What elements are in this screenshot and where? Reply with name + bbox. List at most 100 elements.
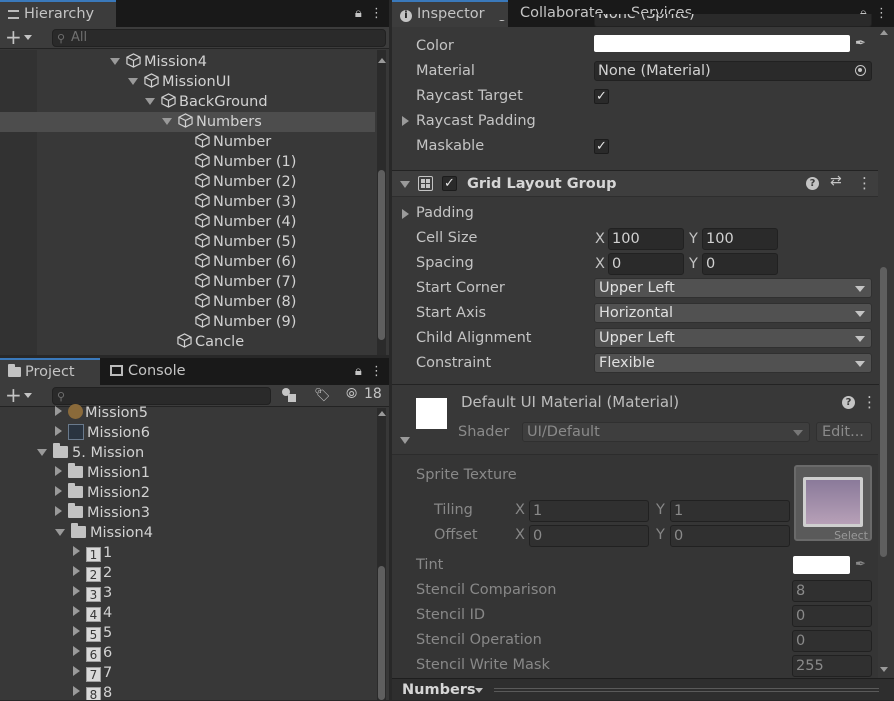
hierarchy-item[interactable]: Number (7) xyxy=(195,272,296,292)
hierarchy-item[interactable]: Cancle xyxy=(177,332,244,352)
project-item[interactable]: 22 xyxy=(73,563,112,583)
stencil-id-field[interactable]: 0 xyxy=(792,605,872,627)
tint-eyedropper-icon[interactable]: ✒︎ xyxy=(855,557,866,572)
project-item[interactable]: 55 xyxy=(73,623,112,643)
child-alignment-dropdown[interactable]: Upper Left xyxy=(594,328,872,348)
expand-arrow-icon[interactable] xyxy=(55,406,62,416)
hierarchy-item[interactable]: Number (8) xyxy=(195,292,296,312)
project-item[interactable]: 44 xyxy=(73,603,112,623)
hierarchy-item-selected[interactable]: Numbers xyxy=(0,112,375,132)
expand-arrow-icon[interactable] xyxy=(55,529,65,536)
expand-arrow-icon[interactable] xyxy=(55,426,62,436)
footer-drag-bar[interactable] xyxy=(494,688,879,692)
texture-select-label[interactable]: Select xyxy=(834,529,868,542)
add-dropdown-icon[interactable] xyxy=(24,393,32,398)
stencil-write-mask-field[interactable]: 255 xyxy=(792,655,872,677)
project-item[interactable]: Mission4 xyxy=(55,523,153,543)
tiling-x-field[interactable]: 1 xyxy=(529,500,649,522)
hierarchy-scroll-thumb[interactable] xyxy=(378,170,385,340)
material-field[interactable]: None (Material) xyxy=(594,61,872,81)
tab-console[interactable]: Console xyxy=(102,358,212,385)
cell-size-x-field[interactable]: 100 xyxy=(608,228,684,250)
hierarchy-scrollbar[interactable] xyxy=(377,50,386,355)
hierarchy-item[interactable]: Mission4 xyxy=(110,52,207,72)
project-item[interactable]: 66 xyxy=(73,643,112,663)
project-item[interactable]: 11 xyxy=(73,543,112,563)
expand-arrow-icon[interactable] xyxy=(73,546,80,556)
tiling-y-field[interactable]: 1 xyxy=(670,500,790,522)
raycast-target-checkbox[interactable]: ✓ xyxy=(594,89,609,104)
offset-y-field[interactable]: 0 xyxy=(670,525,790,547)
expand-arrow-icon[interactable] xyxy=(73,586,80,596)
scroll-up-icon[interactable] xyxy=(378,58,386,63)
expand-arrow-icon[interactable] xyxy=(110,58,120,65)
hierarchy-item[interactable]: Number (1) xyxy=(195,152,296,172)
project-item[interactable]: Mission5 xyxy=(55,403,148,423)
cell-size-y-field[interactable]: 100 xyxy=(702,228,778,250)
hierarchy-item[interactable]: Number (5) xyxy=(195,232,296,252)
expand-arrow-icon[interactable] xyxy=(145,98,155,105)
add-dropdown-icon[interactable] xyxy=(24,35,32,40)
grid-layout-header[interactable]: ✓ Grid Layout Group ? ⇄ ⋮ xyxy=(392,170,878,197)
texture-slot[interactable]: Select xyxy=(794,465,872,542)
expand-arrow-icon[interactable] xyxy=(73,566,80,576)
raycast-padding-expand-icon[interactable] xyxy=(402,116,409,126)
inspector-scrollbar[interactable] xyxy=(879,27,888,678)
padding-expand-icon[interactable] xyxy=(402,209,409,219)
hierarchy-item[interactable]: Number xyxy=(195,132,271,152)
filter-by-label-icon[interactable]: 🏷︎ xyxy=(314,388,331,403)
inspector-scroll-thumb[interactable] xyxy=(880,267,887,557)
object-picker-icon[interactable] xyxy=(855,65,866,76)
component-menu-icon[interactable]: ⋮ xyxy=(857,174,872,192)
collapse-arrow-icon[interactable] xyxy=(400,181,410,188)
project-item[interactable]: Mission2 xyxy=(55,483,150,503)
stencil-operation-field[interactable]: 0 xyxy=(792,630,872,652)
hierarchy-search-input[interactable]: ⚲ All xyxy=(52,29,386,47)
hidden-packages-icon[interactable]: ⦾ xyxy=(346,386,357,402)
project-scrollbar[interactable] xyxy=(377,408,386,700)
project-item[interactable]: Mission3 xyxy=(55,503,150,523)
more-options-icon[interactable]: ⋮ xyxy=(875,6,888,21)
add-icon[interactable]: + xyxy=(5,385,22,405)
hierarchy-item[interactable]: Number (6) xyxy=(195,252,296,272)
hierarchy-item[interactable]: Number (2) xyxy=(195,172,296,192)
expand-arrow-icon[interactable] xyxy=(37,449,47,456)
eyedropper-icon[interactable]: ✒︎ xyxy=(855,36,866,51)
expand-arrow-icon[interactable] xyxy=(55,466,62,476)
project-scroll-thumb[interactable] xyxy=(378,566,385,700)
color-field[interactable] xyxy=(594,35,850,52)
scroll-up-icon[interactable] xyxy=(880,30,888,35)
edit-shader-button[interactable]: Edit... xyxy=(816,422,872,442)
scroll-up-icon[interactable] xyxy=(378,411,386,416)
tint-color-field[interactable] xyxy=(793,556,850,574)
shader-dropdown[interactable]: UI/Default xyxy=(522,422,810,442)
spacing-y-field[interactable]: 0 xyxy=(702,253,778,275)
hierarchy-item[interactable]: Number (3) xyxy=(195,192,296,212)
expand-arrow-icon[interactable] xyxy=(73,686,80,696)
tab-hierarchy[interactable]: Hierarchy xyxy=(0,0,116,27)
tab-collaborate[interactable]: Collaborate xyxy=(512,0,603,27)
start-corner-dropdown[interactable]: Upper Left xyxy=(594,278,872,298)
hierarchy-item[interactable]: Number (4) xyxy=(195,212,296,232)
expand-arrow-icon[interactable] xyxy=(55,486,62,496)
material-menu-icon[interactable]: ⋮ xyxy=(862,393,877,411)
more-options-icon[interactable]: ⋮ xyxy=(370,6,383,21)
expand-arrow-icon[interactable] xyxy=(73,666,80,676)
source-image-field[interactable]: None (Sprite) xyxy=(594,14,872,27)
expand-arrow-icon[interactable] xyxy=(73,606,80,616)
add-icon[interactable]: + xyxy=(5,27,22,47)
start-axis-dropdown[interactable]: Horizontal xyxy=(594,303,872,323)
lock-icon[interactable]: 🔒︎ xyxy=(355,364,362,379)
grid-layout-enabled-checkbox[interactable]: ✓ xyxy=(442,176,457,191)
expand-arrow-icon[interactable] xyxy=(73,646,80,656)
scroll-down-icon[interactable] xyxy=(880,667,888,672)
stencil-comparison-field[interactable]: 8 xyxy=(792,580,872,602)
expand-arrow-icon[interactable] xyxy=(128,78,138,85)
expand-arrow-icon[interactable] xyxy=(73,626,80,636)
lock-icon[interactable]: 🔒︎ xyxy=(355,6,362,21)
more-options-icon[interactable]: ⋮ xyxy=(370,364,383,379)
project-item[interactable]: 88 xyxy=(73,683,112,700)
spacing-x-field[interactable]: 0 xyxy=(608,253,684,275)
offset-x-field[interactable]: 0 xyxy=(529,525,649,547)
hierarchy-item[interactable]: Number (9) xyxy=(195,312,296,332)
